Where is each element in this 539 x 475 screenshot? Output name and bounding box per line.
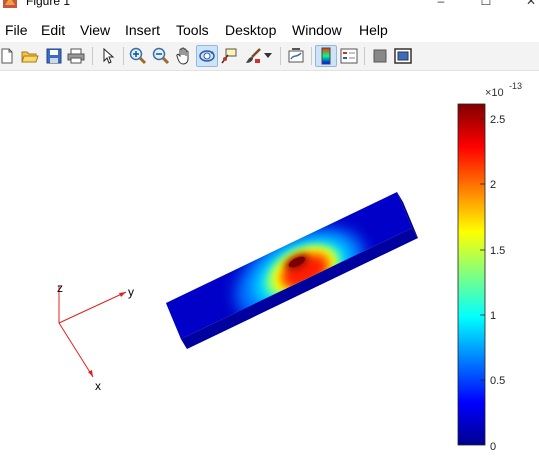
zoom-out-icon[interactable] — [150, 45, 172, 67]
menu-desktop[interactable]: Desktop — [225, 22, 276, 38]
triad-y-label: y — [128, 285, 134, 299]
colorbar-tick-label: 2 — [490, 179, 496, 191]
edit-plot-arrow-icon[interactable] — [97, 45, 119, 67]
menu-bar: File Edit View Insert Tools Desktop Wind… — [0, 18, 539, 42]
colorbar-gradient — [457, 103, 486, 446]
data-cursor-icon[interactable] — [218, 45, 240, 67]
new-figure-icon[interactable] — [0, 45, 18, 67]
menu-view[interactable]: View — [80, 22, 110, 38]
hide-plot-tools-icon[interactable] — [369, 45, 391, 67]
insert-legend-icon[interactable] — [338, 45, 360, 67]
brush-dropdown-icon[interactable] — [263, 45, 273, 67]
menu-file[interactable]: File — [5, 22, 28, 38]
axes-triad: z y x — [57, 281, 134, 393]
beam-surface-plot[interactable] — [166, 192, 418, 349]
show-plot-tools-icon[interactable] — [392, 45, 414, 67]
figure-canvas[interactable]: z y x ×10 -13 2.5 2 1.5 1 0.5 0 — [0, 71, 539, 475]
colorbar-exponent-power: -13 — [509, 81, 522, 91]
colorbar-tick-label: 0.5 — [490, 375, 505, 387]
insert-colorbar-icon[interactable] — [315, 45, 337, 67]
open-file-icon[interactable] — [19, 45, 41, 67]
close-icon[interactable]: ✕ — [521, 0, 539, 8]
menu-insert[interactable]: Insert — [125, 22, 160, 38]
triad-x-label: x — [95, 379, 101, 393]
print-icon[interactable] — [65, 45, 87, 67]
triad-z-label: z — [57, 281, 63, 295]
title-bar: Figure 1 – ☐ ✕ — [0, 0, 539, 16]
colorbar-tick-label: 2.5 — [490, 114, 505, 126]
colorbar-tick-label: 1 — [490, 310, 496, 322]
minimize-icon[interactable]: – — [431, 0, 451, 8]
zoom-in-icon[interactable] — [127, 45, 149, 67]
window-title: Figure 1 — [26, 0, 71, 8]
matlab-logo-icon — [3, 0, 17, 8]
link-plot-icon[interactable] — [285, 45, 307, 67]
pan-hand-icon[interactable] — [173, 45, 195, 67]
maximize-icon[interactable]: ☐ — [476, 0, 496, 8]
colorbar[interactable]: ×10 -13 2.5 2 1.5 1 0.5 0 — [457, 81, 522, 453]
menu-tools[interactable]: Tools — [176, 22, 209, 38]
colorbar-tick-label: 1.5 — [490, 245, 505, 257]
menu-window[interactable]: Window — [292, 22, 342, 38]
colorbar-exponent-base: ×10 — [485, 87, 504, 99]
brush-icon[interactable] — [242, 45, 264, 67]
menu-edit[interactable]: Edit — [41, 22, 65, 38]
colorbar-tick-label: 0 — [490, 441, 496, 453]
save-icon[interactable] — [43, 45, 65, 67]
figure-toolbar — [0, 42, 539, 71]
rotate-3d-icon[interactable] — [196, 45, 218, 67]
menu-help[interactable]: Help — [359, 22, 388, 38]
